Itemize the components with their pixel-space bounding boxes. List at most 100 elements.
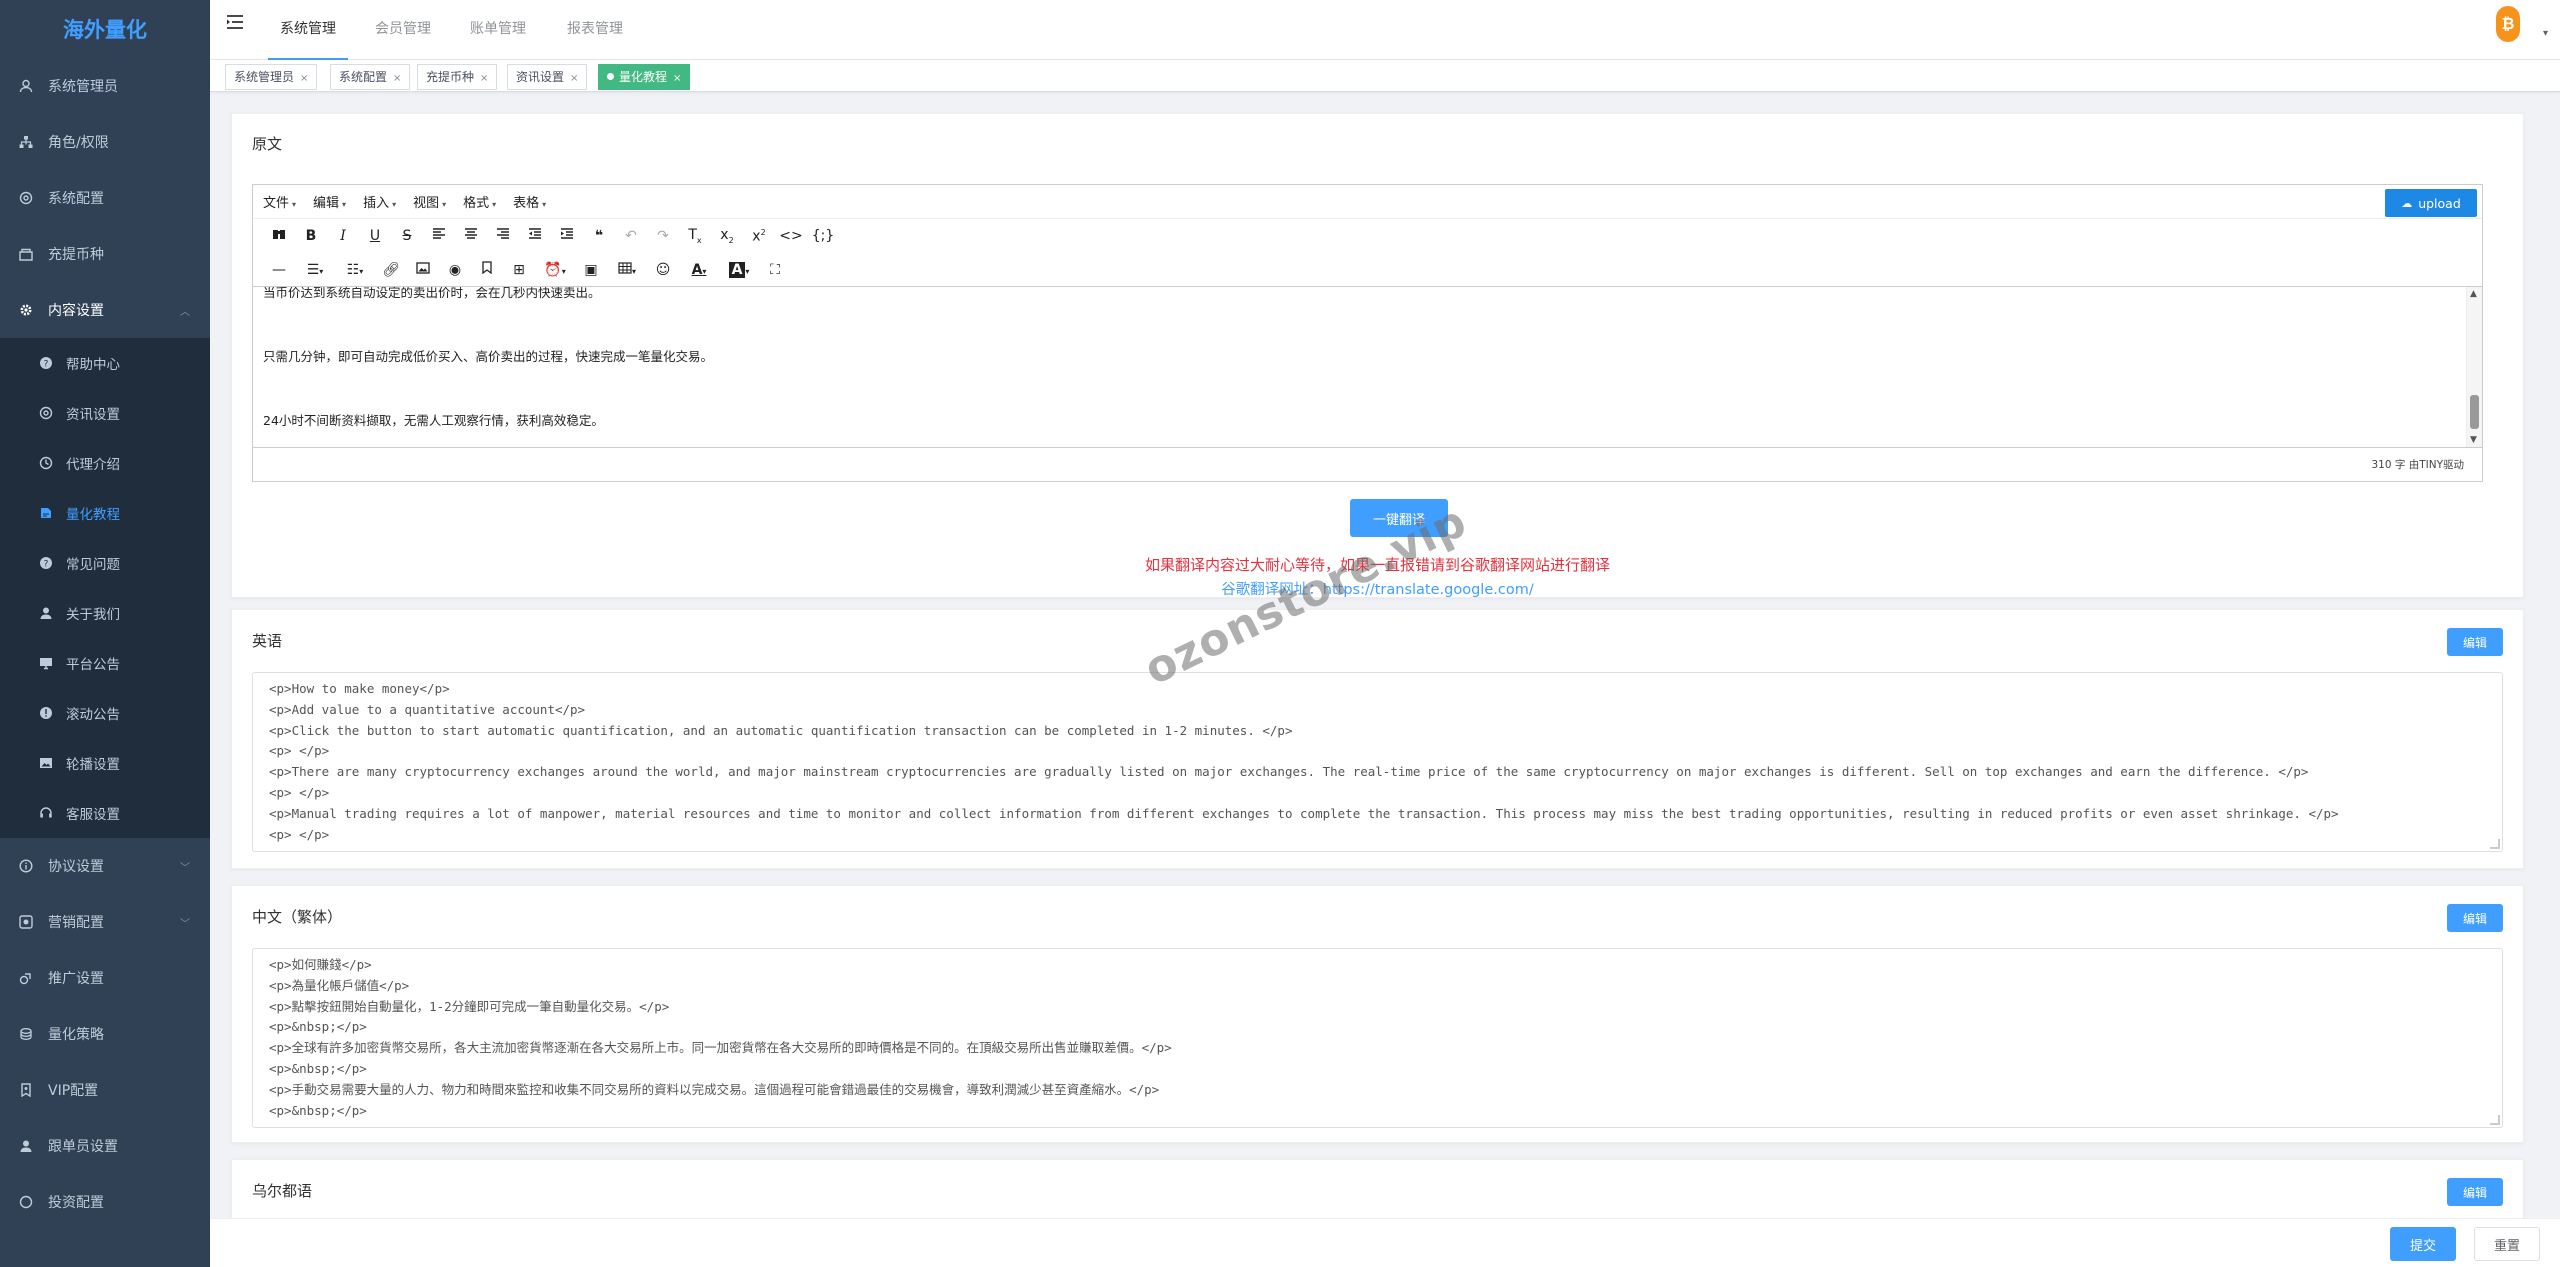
clear-format-icon[interactable]: Tx bbox=[679, 227, 711, 245]
menu-format[interactable]: 格式 ▾ bbox=[463, 192, 496, 211]
background-color-icon[interactable]: A ▾ bbox=[719, 261, 759, 278]
urdu-edit-button[interactable]: 编辑 bbox=[2447, 1178, 2503, 1206]
fullscreen-icon[interactable]: ⛶ bbox=[759, 262, 791, 278]
menu-insert[interactable]: 插入 ▾ bbox=[363, 192, 396, 211]
resize-handle-icon[interactable] bbox=[2490, 839, 2500, 849]
bookmark-icon[interactable] bbox=[471, 261, 503, 278]
date-time-icon[interactable]: ⏰▾ bbox=[535, 262, 575, 278]
redo-icon[interactable]: ↷ bbox=[647, 228, 679, 244]
tag-currencies[interactable]: 充提币种 × bbox=[417, 64, 498, 90]
sidebar-item-faq[interactable]: ? 常见问题 bbox=[0, 538, 210, 588]
close-icon[interactable]: × bbox=[300, 73, 308, 84]
avatar[interactable]: ₿ bbox=[2496, 6, 2520, 42]
sidebar-item-news[interactable]: 资讯设置 bbox=[0, 388, 210, 438]
english-edit-button[interactable]: 编辑 bbox=[2447, 628, 2503, 656]
horizontal-rule-icon[interactable]: — bbox=[263, 262, 295, 278]
undo-icon[interactable]: ↶ bbox=[615, 228, 647, 244]
sidebar-item-service[interactable]: 客服设置 bbox=[0, 788, 210, 838]
scroll-down-icon[interactable]: ▼ bbox=[2470, 435, 2477, 445]
sidebar-item-agreement[interactable]: 协议设置 ﹀ bbox=[0, 838, 210, 894]
code-line: <p>為量化帳戶儲值</p> bbox=[269, 977, 410, 993]
bold-icon[interactable]: B bbox=[295, 228, 327, 244]
sidebar-item-system-config[interactable]: 系统配置 bbox=[0, 170, 210, 226]
close-icon[interactable]: × bbox=[570, 73, 578, 84]
sidebar-item-vip[interactable]: VIP配置 bbox=[0, 1062, 210, 1118]
sidebar-item-notice[interactable]: 平台公告 bbox=[0, 638, 210, 688]
hamburger-icon[interactable] bbox=[226, 14, 244, 35]
sidebar-item-label: 充提币种 bbox=[48, 247, 104, 263]
indent-icon[interactable] bbox=[551, 228, 583, 244]
tag-admins[interactable]: 系统管理员 × bbox=[225, 64, 318, 90]
code-block-icon[interactable]: {;} bbox=[807, 228, 839, 244]
sidebar-item-admins[interactable]: 系统管理员 bbox=[0, 58, 210, 114]
sidebar-item-content[interactable]: 内容设置 ︿ bbox=[0, 282, 210, 338]
align-left-icon[interactable] bbox=[423, 228, 455, 244]
sidebar-item-strategy[interactable]: 量化策略 bbox=[0, 1006, 210, 1062]
close-icon[interactable]: × bbox=[673, 73, 681, 84]
original-card: 原文 文件 ▾ 编辑 ▾ 插入 ▾ 视图 ▾ 格式 ▾ 表格 ▾ ☁ upload B I bbox=[231, 113, 2524, 598]
editor-content[interactable]: 当币价达到系统自动设定的卖出价时，会在几秒内快速卖出。 只需几分钟，即可自动完成… bbox=[253, 287, 2482, 447]
translate-button[interactable]: 一键翻译 bbox=[1350, 499, 1448, 537]
tab-members[interactable]: 会员管理 bbox=[363, 0, 443, 60]
sidebar-item-scroll-notice[interactable]: 滚动公告 bbox=[0, 688, 210, 738]
blockquote-icon[interactable]: ❝ bbox=[583, 228, 615, 244]
reset-button[interactable]: 重置 bbox=[2474, 1227, 2540, 1261]
english-textarea[interactable]: <p>How to make money</p> <p>Add value to… bbox=[252, 672, 2503, 852]
close-icon[interactable]: × bbox=[480, 73, 488, 84]
close-icon[interactable]: × bbox=[393, 73, 401, 84]
preview-icon[interactable]: ◉ bbox=[439, 262, 471, 278]
submit-button[interactable]: 提交 bbox=[2390, 1227, 2456, 1261]
traditional-edit-button[interactable]: 编辑 bbox=[2447, 904, 2503, 932]
emoji-icon[interactable]: ☺ bbox=[647, 262, 679, 278]
tab-reports[interactable]: 报表管理 bbox=[555, 0, 635, 60]
upload-button[interactable]: ☁ upload bbox=[2385, 189, 2477, 217]
sidebar-item-tutorial[interactable]: 量化教程 bbox=[0, 488, 210, 538]
image-icon[interactable] bbox=[407, 261, 439, 278]
sidebar-item-help[interactable]: ? 帮助中心 bbox=[0, 338, 210, 388]
tab-system[interactable]: 系统管理 bbox=[268, 0, 348, 60]
resize-handle-icon[interactable] bbox=[2490, 1115, 2500, 1125]
numbered-list-icon[interactable]: ☷▾ bbox=[335, 262, 375, 278]
sidebar-item-promotion[interactable]: 推广设置 bbox=[0, 950, 210, 1006]
scroll-up-icon[interactable]: ▲ bbox=[2470, 289, 2477, 299]
scroll-thumb[interactable] bbox=[2470, 395, 2479, 429]
notebook-icon bbox=[38, 505, 54, 521]
sidebar-item-about[interactable]: 关于我们 bbox=[0, 588, 210, 638]
italic-icon[interactable]: I bbox=[327, 228, 359, 244]
sidebar-item-agent[interactable]: 代理介绍 bbox=[0, 438, 210, 488]
sidebar-item-investment[interactable]: 投资配置 bbox=[0, 1174, 210, 1230]
menu-table[interactable]: 表格 ▾ bbox=[513, 192, 546, 211]
align-right-icon[interactable] bbox=[487, 228, 519, 244]
menu-view[interactable]: 视图 ▾ bbox=[413, 192, 446, 211]
bullet-list-icon[interactable]: ☰▾ bbox=[295, 262, 335, 278]
sidebar-item-copytrader[interactable]: 跟单员设置 bbox=[0, 1118, 210, 1174]
underline-icon[interactable]: U bbox=[359, 228, 391, 244]
tag-system-config[interactable]: 系统配置 × bbox=[330, 64, 411, 90]
subscript-icon[interactable]: x2 bbox=[711, 227, 743, 245]
strikethrough-icon[interactable]: S bbox=[391, 228, 423, 244]
traditional-textarea[interactable]: <p>如何賺錢</p> <p>為量化帳戶儲值</p> <p>點擊按鈕開始自動量化… bbox=[252, 948, 2503, 1128]
google-translate-url[interactable]: https://translate.google.com/ bbox=[1323, 582, 1534, 598]
chevron-up-icon: ︿ bbox=[180, 306, 190, 318]
tag-news[interactable]: 资讯设置 × bbox=[507, 64, 588, 90]
outdent-icon[interactable] bbox=[519, 228, 551, 244]
text-color-icon[interactable]: A▾ bbox=[679, 262, 719, 278]
table-icon[interactable]: ▾ bbox=[607, 261, 647, 278]
menu-file[interactable]: 文件 ▾ bbox=[263, 192, 296, 211]
tag-tutorial[interactable]: 量化教程 × bbox=[598, 64, 691, 90]
align-center-icon[interactable] bbox=[455, 228, 487, 244]
editor-scrollbar[interactable]: ▲ ▼ bbox=[2466, 287, 2482, 447]
sidebar-item-carousel[interactable]: 轮播设置 bbox=[0, 738, 210, 788]
sidebar-item-marketing[interactable]: 营销配置 ﹀ bbox=[0, 894, 210, 950]
tab-billing[interactable]: 账单管理 bbox=[458, 0, 538, 60]
caret-down-icon[interactable]: ▾ bbox=[2543, 28, 2548, 39]
page-break-icon[interactable]: ⊞ bbox=[503, 262, 535, 278]
sidebar-item-currencies[interactable]: 充提币种 bbox=[0, 226, 210, 282]
media-icon[interactable]: ▣ bbox=[575, 262, 607, 278]
sidebar-item-roles[interactable]: 角色/权限 bbox=[0, 114, 210, 170]
menu-edit[interactable]: 编辑 ▾ bbox=[313, 192, 346, 211]
superscript-icon[interactable]: x2 bbox=[743, 228, 775, 245]
code-icon[interactable]: <> bbox=[775, 228, 807, 244]
find-replace-icon[interactable] bbox=[263, 227, 295, 245]
link-icon[interactable]: 🔗︎ bbox=[375, 262, 407, 278]
